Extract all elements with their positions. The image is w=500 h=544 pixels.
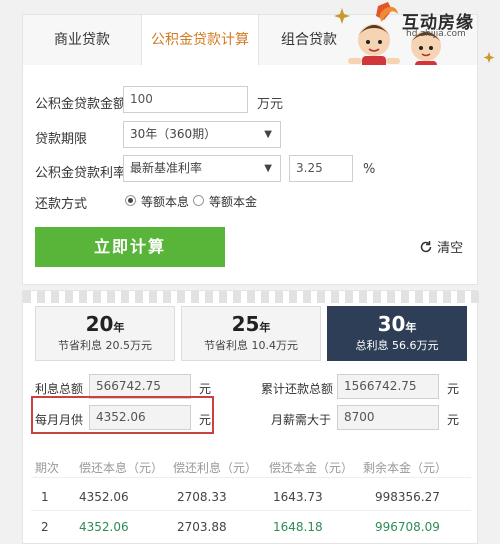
term-select-value: 30年（360期） (130, 127, 217, 141)
year-option-20[interactable]: 20年 节省利息 20.5万元 (35, 306, 175, 361)
table-row-1-period: 1 (41, 490, 49, 504)
amount-unit: 万元 (257, 97, 284, 112)
year-30-note: 总利息 56.6万元 (355, 339, 439, 352)
total-repay-unit: 元 (447, 382, 460, 396)
refresh-icon (420, 241, 432, 253)
amount-label: 公积金贷款金额 (35, 97, 127, 112)
table-row-1-remaining: 998356.27 (375, 490, 440, 504)
year-25-note: 节省利息 10.4万元 (204, 339, 298, 352)
year-25-value: 25 (231, 312, 260, 336)
table-row-2-period: 2 (41, 520, 49, 534)
year-20-unit: 年 (113, 321, 125, 334)
results-panel: 20年 节省利息 20.5万元 25年 节省利息 10.4万元 30年 总利息 … (22, 290, 479, 544)
clear-button[interactable]: 清空 (419, 237, 463, 256)
tab-provident-fund-loan[interactable]: 公积金贷款计算 (141, 15, 259, 67)
table-row-1-interest: 2708.33 (177, 490, 227, 504)
year-25-unit: 年 (259, 321, 271, 334)
term-select[interactable]: 30年（360期） ▼ (123, 121, 281, 148)
year-20-note: 节省利息 20.5万元 (58, 339, 152, 352)
rate-unit: % (363, 162, 376, 177)
logo-url-text: hd.zhijia.com (406, 29, 466, 39)
total-interest-label: 利息总额 (35, 382, 84, 396)
monthly-payment-value: 4352.06 (89, 405, 191, 430)
table-divider (31, 510, 471, 511)
amount-input[interactable]: 100 (123, 86, 248, 113)
radio-equal-installment[interactable] (125, 195, 136, 206)
tab-commercial-loan[interactable]: 商业贷款 (23, 15, 141, 67)
year-30-value: 30 (377, 312, 406, 336)
loan-form-panel: 公积金贷款金额 100 万元 贷款期限 30年（360期） ▼ 公积金贷款利率 … (22, 65, 478, 285)
table-header-period: 期次 (35, 461, 60, 475)
year-20-value: 20 (85, 312, 114, 336)
rate-label: 公积金贷款利率 (35, 166, 127, 181)
radio-equal-principal[interactable] (193, 195, 204, 206)
table-row-1-installment: 4352.06 (79, 490, 129, 504)
table-row-1-principal: 1643.73 (273, 490, 323, 504)
term-label: 贷款期限 (35, 132, 88, 147)
dropdown-arrow-icon: ▼ (264, 163, 272, 174)
total-interest-unit: 元 (199, 382, 212, 396)
salary-label: 月薪需大于 (271, 413, 332, 427)
table-header-principal: 偿还本金（元） (269, 461, 354, 475)
table-header-installment: 偿还本息（元） (79, 461, 164, 475)
year-30-unit: 年 (405, 321, 417, 334)
table-row-2-remaining: 996708.09 (375, 520, 440, 534)
table-row-2-installment: 4352.06 (79, 520, 129, 534)
radio-equal-principal-label: 等额本金 (209, 195, 258, 209)
clear-button-label: 清空 (437, 241, 464, 256)
year-option-25[interactable]: 25年 节省利息 10.4万元 (181, 306, 321, 361)
table-divider (31, 477, 471, 478)
radio-equal-installment-label: 等额本息 (141, 195, 190, 209)
salary-value: 8700 (337, 405, 439, 430)
year-option-30[interactable]: 30年 总利息 56.6万元 (327, 306, 467, 361)
table-header-interest: 偿还利息（元） (173, 461, 258, 475)
table-row-2-interest: 2703.88 (177, 520, 227, 534)
total-repay-value: 1566742.75 (337, 374, 439, 399)
rate-input[interactable]: 3.25 (289, 155, 353, 182)
table-row-2-principal: 1648.18 (273, 520, 323, 534)
total-repay-label: 累计还款总额 (261, 382, 334, 396)
method-label: 还款方式 (35, 197, 88, 212)
monthly-payment-label: 每月月供 (35, 413, 84, 427)
calculate-button[interactable]: 立即计算 (35, 227, 225, 267)
table-header-remaining: 剩余本金（元） (363, 461, 448, 475)
rate-select-value: 最新基准利率 (130, 161, 203, 175)
dropdown-arrow-icon: ▼ (264, 129, 272, 140)
salary-unit: 元 (447, 413, 460, 427)
perforated-edge (23, 291, 479, 303)
monthly-payment-unit: 元 (199, 413, 212, 427)
rate-select[interactable]: 最新基准利率 ▼ (123, 155, 281, 182)
